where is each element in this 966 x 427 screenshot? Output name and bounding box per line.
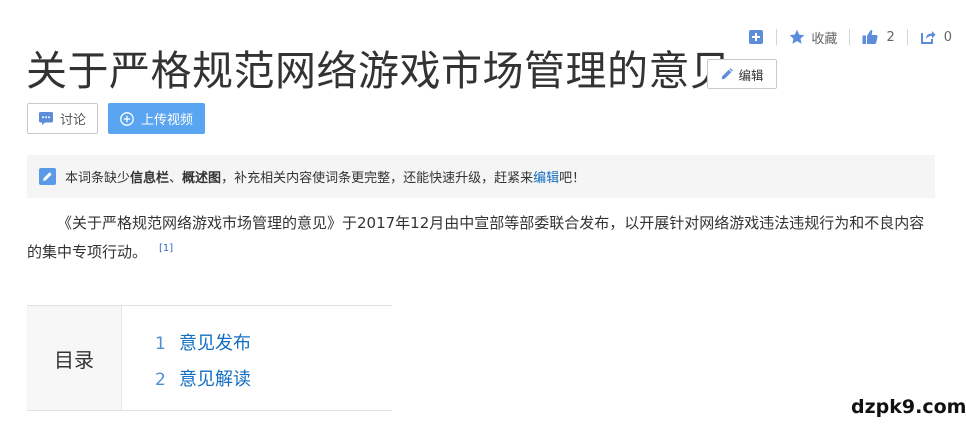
share-icon bbox=[920, 31, 936, 44]
add-button[interactable] bbox=[748, 29, 764, 45]
toolbar-divider bbox=[849, 29, 851, 45]
upload-video-button[interactable]: 上传视频 bbox=[108, 103, 205, 134]
notice-edit-link[interactable]: 编辑 bbox=[533, 167, 559, 186]
watermark: dzpk9.com bbox=[851, 396, 966, 418]
thumbs-up-icon bbox=[862, 30, 879, 44]
toolbar-divider bbox=[776, 29, 778, 45]
toc-item[interactable]: 1 意见发布 bbox=[155, 326, 251, 362]
notice-middle: ，补充相关内容使词条更完整，还能快速升级，赶紧来 bbox=[221, 171, 534, 186]
discuss-label: 讨论 bbox=[59, 113, 86, 128]
toc-list: 1 意见发布 2 意见解读 bbox=[155, 326, 251, 398]
toc-item-label: 意见解读 bbox=[179, 369, 251, 390]
toolbar-divider bbox=[906, 29, 908, 45]
reference-link[interactable]: [1] bbox=[159, 243, 173, 254]
like-button[interactable]: 2 bbox=[862, 29, 895, 45]
favorite-button[interactable]: 收藏 bbox=[789, 28, 837, 47]
table-of-contents: 目录 1 意见发布 2 意见解读 bbox=[27, 305, 392, 411]
page-title: 关于严格规范网络游戏市场管理的意见 bbox=[26, 47, 732, 95]
article-toolbar: 收藏 2 0 bbox=[748, 26, 952, 48]
like-count: 2 bbox=[886, 29, 895, 45]
notice-infobox: 信息栏 bbox=[130, 171, 170, 186]
toc-item-number: 1 bbox=[155, 334, 166, 354]
upload-video-label: 上传视频 bbox=[140, 113, 193, 128]
favorite-label: 收藏 bbox=[811, 31, 838, 47]
notice-overview-image: 概述图 bbox=[182, 171, 222, 186]
share-count: 0 bbox=[943, 29, 952, 45]
plus-circle-icon bbox=[120, 111, 134, 126]
incomplete-entry-notice: 本词条缺少 信息栏、概述图 ，补充相关内容使词条更完整，还能快速升级，赶紧来 编辑 吧！ bbox=[27, 155, 935, 198]
toc-item-number: 2 bbox=[155, 370, 166, 390]
toc-title: 目录 bbox=[27, 306, 122, 410]
toc-item[interactable]: 2 意见解读 bbox=[155, 362, 251, 398]
comment-icon bbox=[38, 112, 53, 125]
notice-suffix: 吧！ bbox=[559, 171, 586, 186]
notice-prefix: 本词条缺少 bbox=[65, 171, 131, 186]
edit-note-icon bbox=[39, 168, 56, 185]
discuss-button[interactable]: 讨论 bbox=[27, 103, 98, 134]
plus-square-icon bbox=[749, 30, 764, 44]
edit-label: 编辑 bbox=[738, 67, 764, 83]
edit-button[interactable]: 编辑 bbox=[707, 59, 777, 89]
share-button[interactable]: 0 bbox=[920, 29, 952, 45]
summary-paragraph: 《关于严格规范网络游戏市场管理的意见》于2017年12月由中宣部等部委联合发布，… bbox=[27, 210, 939, 265]
pencil-icon bbox=[722, 67, 734, 79]
toc-item-label: 意见发布 bbox=[179, 333, 251, 354]
notice-separator: 、 bbox=[169, 171, 183, 186]
star-icon bbox=[790, 29, 805, 44]
